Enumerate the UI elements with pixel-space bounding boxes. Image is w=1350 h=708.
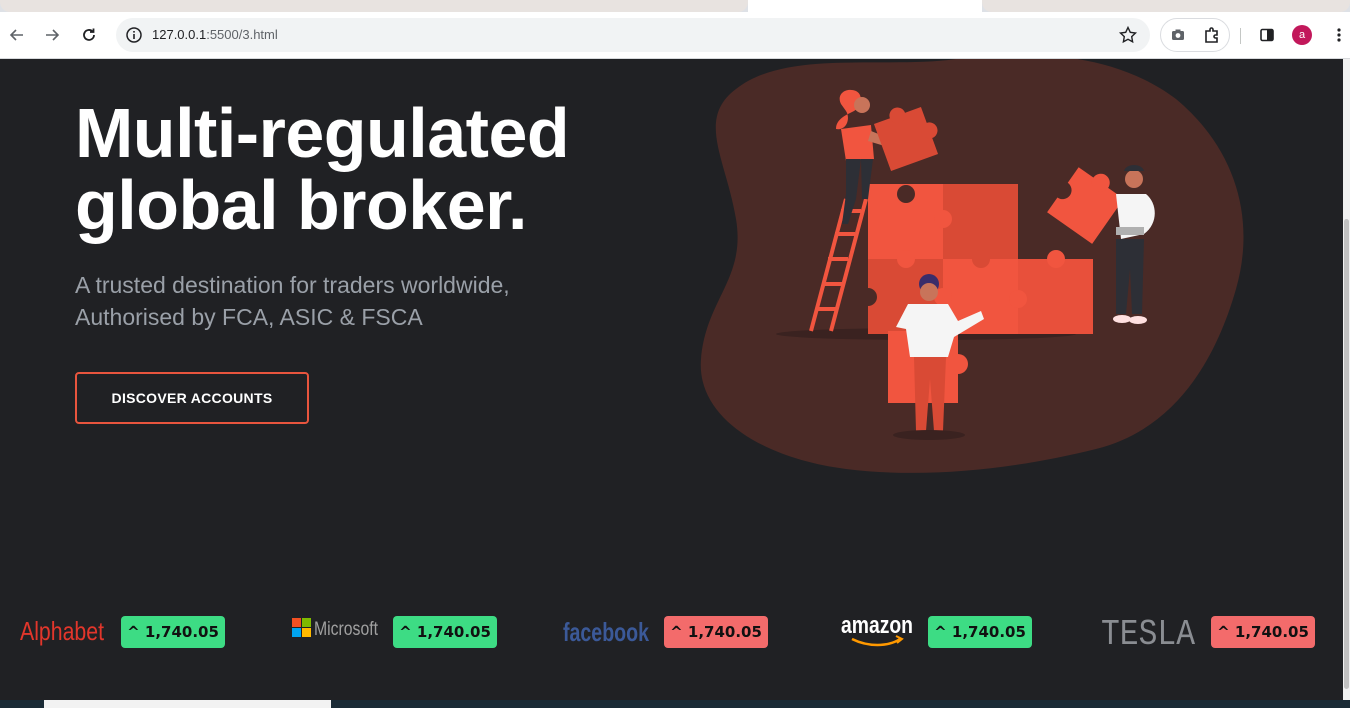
- microsoft-logo: Microsoft: [291, 613, 381, 649]
- puzzle-team-illustration: [700, 59, 1244, 473]
- extensions-group: [1160, 18, 1230, 52]
- side-panel-icon[interactable]: [1256, 24, 1278, 46]
- microsoft-logo-text: Microsoft: [314, 619, 379, 640]
- hero-title-line2: global broker.: [75, 166, 528, 244]
- hero-subtitle-line2: Authorised by FCA, ASIC & FSCA: [75, 304, 423, 330]
- page-viewport: Multi-regulated global broker. A trusted…: [0, 59, 1343, 700]
- hero-title: Multi-regulated global broker.: [75, 97, 695, 241]
- reload-icon[interactable]: [76, 22, 102, 48]
- tab-strip: [0, 0, 1350, 12]
- amazon-price: ^ 1,740.05: [928, 616, 1032, 648]
- alphabet-logo-text: Alphabet: [20, 616, 105, 646]
- tab-inactive[interactable]: [0, 0, 748, 12]
- hero-subtitle: A trusted destination for traders worldw…: [75, 269, 635, 333]
- amazon-logo-text: amazon: [841, 612, 913, 639]
- address-bar[interactable]: 127.0.0.1:5500/3.html: [116, 18, 1150, 52]
- facebook-logo: facebook: [562, 613, 652, 649]
- alphabet-logo: Alphabet: [18, 613, 108, 649]
- forward-icon[interactable]: [39, 22, 65, 48]
- taskbar-window[interactable]: [44, 700, 331, 708]
- tesla-price: ^ 1,740.05: [1211, 616, 1315, 648]
- info-icon[interactable]: [124, 25, 144, 45]
- extensions-icon[interactable]: [1201, 24, 1223, 46]
- url-host: 127.0.0.1: [152, 27, 207, 42]
- url-path: :5500/3.html: [206, 27, 278, 42]
- browser-toolbar: 127.0.0.1:5500/3.html a: [0, 12, 1350, 59]
- menu-icon[interactable]: [1328, 24, 1350, 46]
- tab-active[interactable]: [748, 0, 982, 12]
- camera-icon[interactable]: [1167, 24, 1189, 46]
- hero-subtitle-line1: A trusted destination for traders worldw…: [75, 272, 510, 298]
- hero-title-line1: Multi-regulated: [75, 94, 570, 172]
- discover-accounts-button[interactable]: DISCOVER ACCOUNTS: [75, 372, 309, 424]
- tesla-logo: TESLA: [1100, 613, 1196, 649]
- tab-inactive[interactable]: [982, 0, 1350, 12]
- facebook-price: ^ 1,740.05: [664, 616, 768, 648]
- page-scrollbar[interactable]: [1343, 59, 1350, 700]
- url-text[interactable]: 127.0.0.1:5500/3.html: [152, 27, 278, 42]
- facebook-logo-text: facebook: [563, 617, 649, 647]
- tesla-logo-text: TESLA: [1101, 614, 1195, 649]
- back-icon[interactable]: [4, 22, 30, 48]
- scrollbar-thumb[interactable]: [1344, 219, 1349, 689]
- microsoft-price: ^ 1,740.05: [393, 616, 497, 648]
- toolbar-divider: [1240, 28, 1241, 44]
- profile-avatar[interactable]: a: [1292, 25, 1312, 45]
- alphabet-price: ^ 1,740.05: [121, 616, 225, 648]
- os-taskbar: [0, 700, 1350, 708]
- amazon-logo: amazon: [840, 612, 916, 649]
- stock-ticker: Alphabet ^ 1,740.05 Microsoft ^ 1,740.05…: [0, 607, 1343, 657]
- star-icon[interactable]: [1118, 25, 1138, 45]
